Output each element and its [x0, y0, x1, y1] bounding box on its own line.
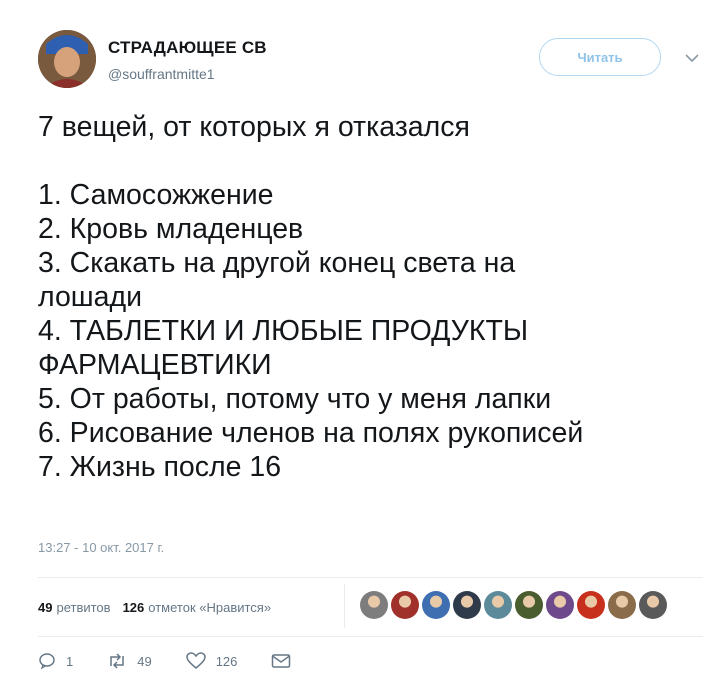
tweet-header: СТРАДАЮЩЕЕ СВ @souffrantmitte1 Читать	[38, 30, 708, 90]
liker-avatars	[360, 591, 670, 621]
divider	[38, 636, 703, 637]
tweet-line: 5. От работы, потому что у меня лапки	[38, 383, 552, 415]
liker-avatar[interactable]	[484, 591, 512, 619]
retweets-label[interactable]: ретвитов	[56, 600, 110, 615]
author-handle[interactable]: @souffrantmitte1	[108, 66, 215, 82]
author-avatar[interactable]	[38, 30, 96, 88]
tweet-timestamp[interactable]: 13:27 - 10 окт. 2017 г.	[38, 540, 164, 555]
tweet-line: ФАРМАЦЕВТИКИ	[38, 349, 272, 381]
envelope-icon	[272, 654, 291, 668]
liker-avatar[interactable]	[360, 591, 388, 619]
tweet-text: 7 вещей, от которых я отказался 1. Самос…	[38, 110, 703, 484]
like-button[interactable]: 126	[185, 652, 238, 670]
heart-icon	[185, 652, 206, 669]
liker-avatar[interactable]	[515, 591, 543, 619]
retweet-button[interactable]: 49	[107, 652, 152, 670]
tweet-line: 7 вещей, от которых я отказался	[38, 111, 470, 143]
message-button[interactable]	[271, 653, 301, 669]
tweet-line: 3. Скакать на другой конец света на	[38, 247, 516, 279]
tweet-line: 6. Рисование членов на полях рукописей	[38, 417, 584, 449]
tweet-line: 2. Кровь младенцев	[38, 213, 304, 245]
likes-count[interactable]: 126	[123, 600, 145, 615]
liker-avatar[interactable]	[639, 591, 667, 619]
likes-label[interactable]: отметок «Нравится»	[148, 600, 271, 615]
liker-avatar[interactable]	[453, 591, 481, 619]
tweet-line: лошади	[38, 281, 143, 313]
tweet-line: 4. ТАБЛЕТКИ И ЛЮБЫЕ ПРОДУКТЫ	[38, 315, 529, 347]
follow-button[interactable]: Читать	[539, 38, 661, 76]
reply-icon	[39, 653, 55, 670]
liker-avatar[interactable]	[422, 591, 450, 619]
retweet-icon	[110, 653, 124, 669]
author-name[interactable]: СТРАДАЮЩЕЕ СВ	[108, 38, 267, 58]
tweet-stats: 49 ретвитов 126 отметок «Нравится»	[38, 592, 271, 622]
divider	[38, 577, 703, 578]
tweet-line: 1. Самосожжение	[38, 179, 274, 211]
reply-button[interactable]: 1	[38, 652, 73, 670]
retweets-count[interactable]: 49	[38, 600, 52, 615]
liker-avatar[interactable]	[608, 591, 636, 619]
chevron-down-icon[interactable]	[682, 48, 702, 68]
liker-avatar[interactable]	[546, 591, 574, 619]
stats-separator	[344, 584, 345, 628]
reply-count: 1	[66, 653, 74, 669]
tweet-actions: 1 49 126	[38, 648, 335, 674]
liker-avatar[interactable]	[391, 591, 419, 619]
like-count: 126	[215, 653, 238, 669]
tweet-line: 7. Жизнь после 16	[38, 451, 282, 483]
liker-avatar[interactable]	[577, 591, 605, 619]
retweet-count: 49	[137, 653, 152, 669]
